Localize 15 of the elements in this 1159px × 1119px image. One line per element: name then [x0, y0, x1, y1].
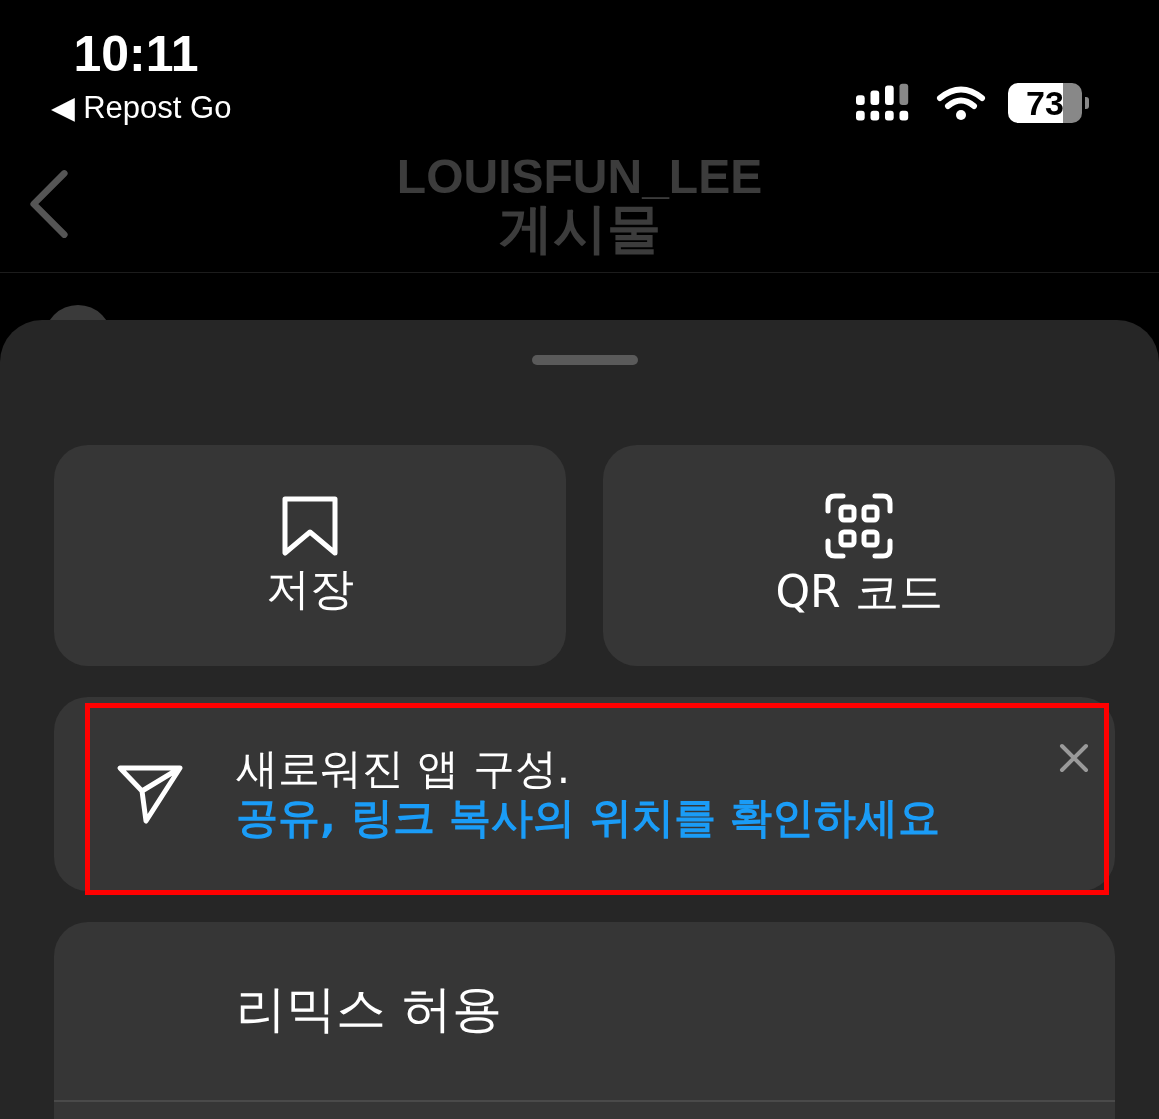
qr-scan-icon: [825, 492, 893, 559]
notice-message: 공유, 링크 복사의 위치를 확인하세요: [236, 793, 941, 843]
qr-code-button[interactable]: QR 코드: [603, 445, 1115, 666]
back-to-app-link[interactable]: ◀ Repost Go: [50, 90, 232, 126]
bookmark-icon: [282, 495, 338, 556]
wifi-icon: [936, 85, 986, 121]
account-name: LOUISFUN_LEE: [396, 154, 763, 200]
page-title: 게시물: [498, 200, 661, 258]
notice-title: 새로워진 앱 구성.: [236, 745, 572, 793]
drag-handle[interactable]: [531, 355, 638, 365]
clock-time: 10:11: [73, 26, 199, 82]
paper-plane-icon: [116, 763, 184, 825]
battery-indicator: 73: [1008, 83, 1089, 123]
save-button[interactable]: 저장: [54, 445, 566, 666]
remix-option[interactable]: 리믹스 허용: [236, 974, 1115, 1044]
